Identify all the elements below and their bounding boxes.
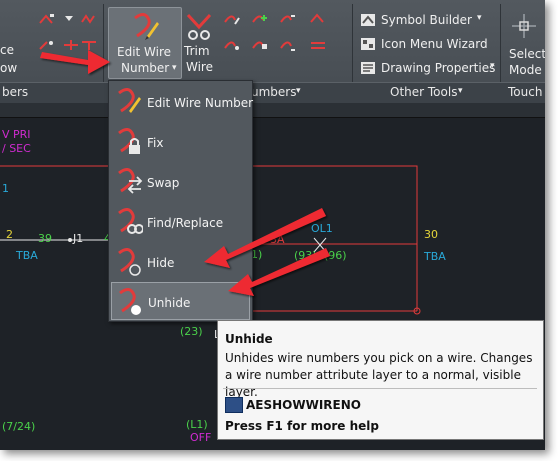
app-window: ce ow Edit Wire Number ▾ Trim Wire Symbo… [0,0,545,450]
annotation-arrows [40,50,330,296]
arrow-to-edit-wire-number [40,50,110,74]
arrow-to-unhide [228,248,330,296]
